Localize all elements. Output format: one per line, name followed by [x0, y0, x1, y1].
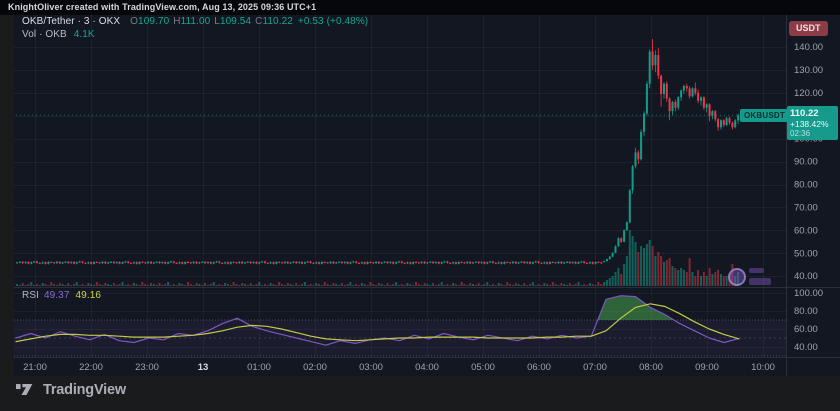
tradingview-logo-icon	[16, 381, 36, 398]
symbol-name-label[interactable]: OKBUSDT	[740, 109, 789, 122]
open-key: O	[130, 16, 138, 27]
rsi-legend-row[interactable]: RSI 49.37 49.16	[22, 290, 101, 301]
bar-countdown: 02:36	[790, 129, 835, 138]
rsi-value: 49.37	[44, 290, 70, 301]
high-key: H	[173, 16, 180, 27]
rsi-label: RSI	[22, 290, 39, 301]
attribution-text: KnightOliver created with TradingView.co…	[8, 2, 316, 12]
price-axis-panel[interactable]	[786, 15, 840, 358]
tradingview-logo-link[interactable]: TradingView	[16, 381, 126, 398]
last-price-change-pct: +138.42%	[790, 119, 835, 129]
last-price-tag[interactable]: 110.22 +138.42% 02:36	[787, 106, 838, 140]
attribution-bar: KnightOliver created with TradingView.co…	[0, 0, 840, 15]
low-value: 109.54	[220, 16, 251, 27]
tradingview-brand-text: TradingView	[43, 382, 126, 398]
volume-legend-row[interactable]: Vol · OKB 4.1K	[22, 29, 95, 40]
open-value: 109.70	[138, 16, 169, 27]
volume-label: Vol · OKB	[22, 29, 67, 40]
rsi-ma-value: 49.16	[76, 290, 102, 301]
symbol-title: OKB/Tether · 3 · OKX	[22, 16, 120, 27]
close-value: 110.22	[262, 16, 292, 27]
time-axis-panel[interactable]	[14, 358, 786, 376]
high-value: 111.00	[181, 16, 211, 27]
change-value: +0.53 (+0.48%)	[298, 16, 368, 27]
chart-canvas[interactable]: 140.00130.00120.00110.00100.0090.0080.00…	[0, 0, 840, 411]
currency-button[interactable]: USDT	[789, 21, 828, 36]
symbol-legend-row[interactable]: OKB/Tether · 3 · OKXO109.70H111.00L109.5…	[22, 16, 368, 27]
volume-value: 4.1K	[74, 29, 95, 40]
last-price-value: 110.22	[790, 108, 835, 119]
